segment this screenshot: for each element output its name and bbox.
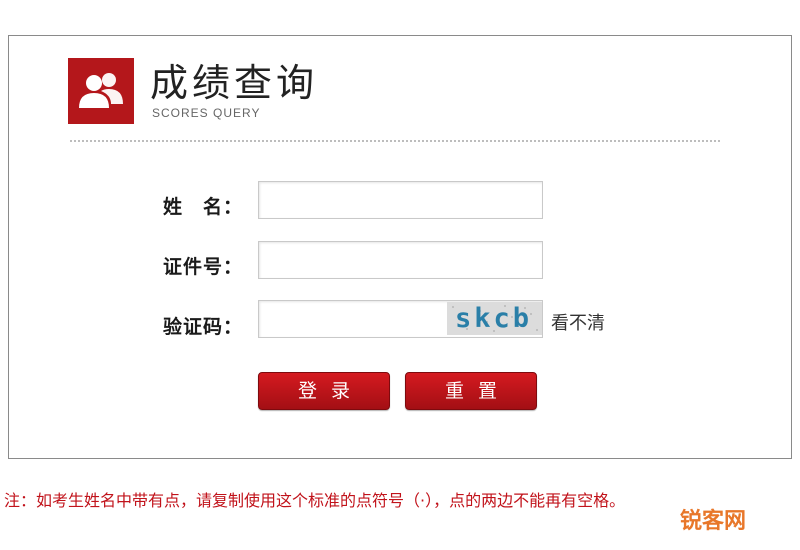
page-subtitle: SCORES QUERY bbox=[152, 106, 261, 120]
users-icon bbox=[79, 73, 123, 108]
refresh-captcha-link[interactable]: 看不清 bbox=[551, 313, 605, 335]
captcha-text: skcb bbox=[455, 303, 533, 334]
captcha-image[interactable]: skcb bbox=[447, 302, 542, 335]
logo bbox=[68, 58, 134, 124]
divider bbox=[70, 140, 720, 142]
notice-text: 注：如考生姓名中带有点，请复制使用这个标准的点符号（·），点的两边不能再有空格。 bbox=[4, 491, 626, 510]
page-title: 成绩查询 bbox=[150, 61, 319, 105]
name-label: 姓 名： bbox=[163, 196, 244, 218]
login-button[interactable]: 登录 bbox=[258, 372, 390, 410]
id-number-label: 证件号： bbox=[163, 256, 244, 278]
name-input[interactable] bbox=[258, 181, 543, 219]
id-number-input[interactable] bbox=[258, 241, 543, 279]
captcha-label: 验证码： bbox=[163, 316, 244, 338]
reset-button[interactable]: 重置 bbox=[405, 372, 537, 410]
watermark: 锐客网 bbox=[680, 509, 747, 534]
